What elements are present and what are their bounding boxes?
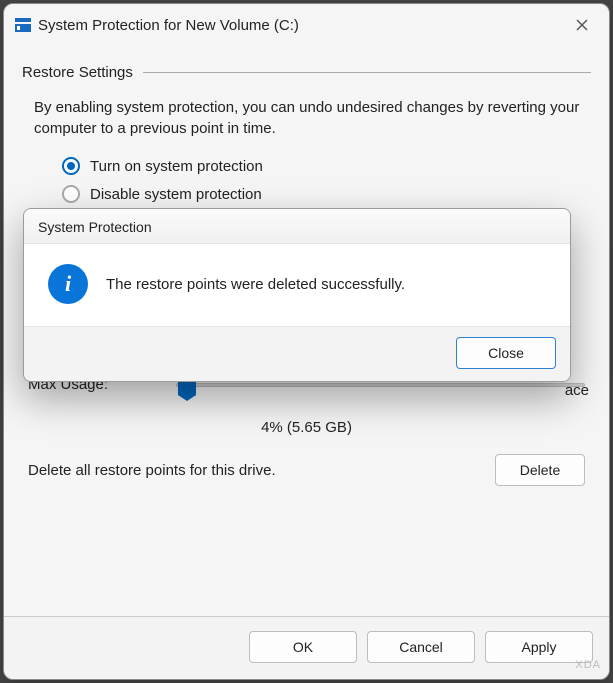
radio-turn-on[interactable]: Turn on system protection	[62, 157, 591, 175]
modal-body: i The restore points were deleted succes…	[24, 244, 570, 326]
ok-button[interactable]: OK	[249, 631, 357, 663]
radio-label: Disable system protection	[90, 186, 262, 203]
cancel-button[interactable]: Cancel	[367, 631, 475, 663]
max-usage-caption: 4% (5.65 GB)	[28, 419, 585, 436]
modal-message: The restore points were deleted successf…	[106, 276, 405, 293]
max-usage-slider-wrap	[176, 383, 585, 387]
titlebar: System Protection for New Volume (C:)	[4, 4, 609, 46]
info-icon: i	[48, 264, 88, 304]
radio-icon	[62, 185, 80, 203]
delete-row: Delete all restore points for this drive…	[28, 454, 585, 486]
confirmation-dialog: System Protection i The restore points w…	[23, 208, 571, 382]
protection-radio-group: Turn on system protection Disable system…	[62, 157, 591, 213]
restore-settings-description: By enabling system protection, you can u…	[34, 97, 581, 139]
divider	[143, 72, 591, 73]
watermark: XDA	[575, 659, 601, 671]
window-title: System Protection for New Volume (C:)	[32, 17, 565, 34]
modal-close-button[interactable]: Close	[456, 337, 556, 369]
delete-button[interactable]: Delete	[495, 454, 585, 486]
modal-title: System Protection	[24, 209, 570, 244]
max-usage-slider[interactable]	[176, 383, 585, 387]
restore-settings-header: Restore Settings	[22, 64, 591, 81]
app-icon	[14, 16, 32, 34]
radio-disable[interactable]: Disable system protection	[62, 185, 591, 203]
window-close-button[interactable]	[565, 11, 599, 39]
restore-settings-label: Restore Settings	[22, 64, 133, 81]
modal-footer: Close	[24, 326, 570, 381]
system-protection-window: System Protection for New Volume (C:) Re…	[3, 3, 610, 680]
dialog-footer: OK Cancel Apply	[4, 616, 609, 679]
delete-description: Delete all restore points for this drive…	[28, 462, 483, 479]
radio-icon	[62, 157, 80, 175]
radio-label: Turn on system protection	[90, 158, 263, 175]
